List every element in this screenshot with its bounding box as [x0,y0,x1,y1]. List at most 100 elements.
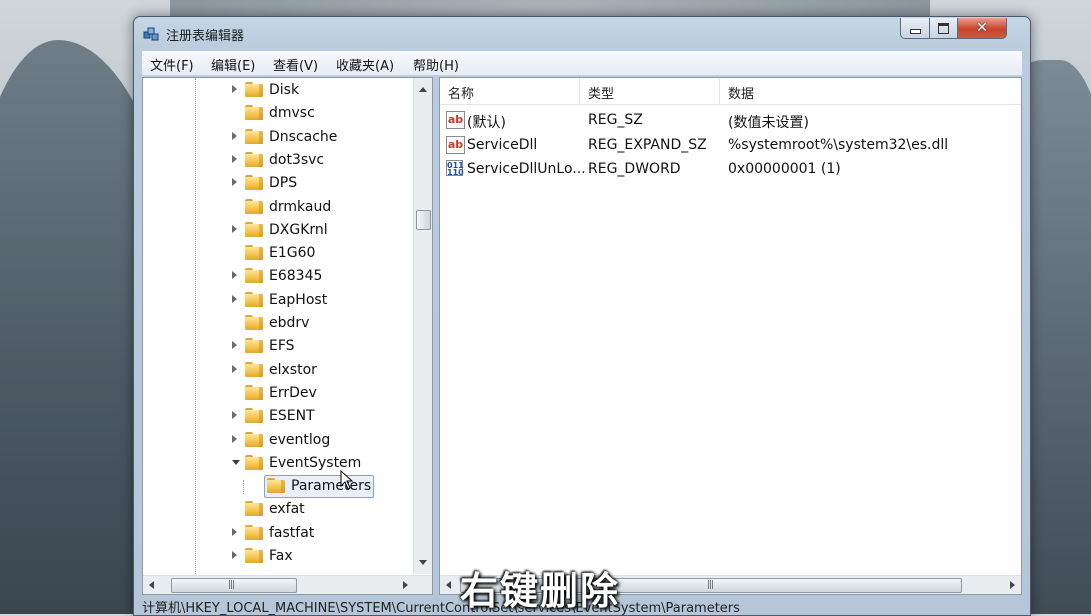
string-value-icon: ab [446,135,465,154]
tree-item[interactable]: Fax [143,545,413,568]
tree-vertical-scroll-thumb[interactable] [416,210,431,230]
expand-arrow-icon[interactable] [232,551,237,559]
value-type: REG_DWORD [588,161,681,177]
value-row[interactable]: 011 110 ServiceDllUnLo... REG_DWORD 0x000000… [440,157,1021,181]
value-name: ServiceDllUnLo... [467,161,586,177]
value-name: ServiceDll [467,136,538,153]
tree-horizontal-scroll-thumb[interactable]: ||| [171,578,297,593]
string-value-icon: ab [446,111,465,129]
registry-tree-pane[interactable]: Disk dmvsc Dnscache dot3svc DPS drmkaud DXGKrn… [142,77,433,595]
scroll-right-arrow-icon[interactable] [403,581,408,589]
expand-arrow-icon[interactable] [232,364,237,373]
maximize-button[interactable] [929,18,958,39]
binary-digits-bottom: 110 [447,168,464,177]
folder-icon [245,338,263,354]
value-row[interactable]: ab ServiceDll REG_EXPAND_SZ %systemroot%\sy… [440,133,1021,157]
expand-arrow-icon[interactable] [232,271,237,280]
expand-arrow-icon[interactable] [232,434,237,443]
tree-item[interactable]: DXGKrnl [143,219,413,242]
value-type: REG_EXPAND_SZ [588,136,707,153]
menu-edit[interactable]: 编辑(E) [211,55,255,74]
minimize-button[interactable] [900,18,930,39]
folder-icon [245,291,263,307]
tree-item-label: EFS [269,338,295,355]
scroll-grip-icon: ||| [707,580,714,590]
folder-icon [245,105,263,121]
value-data: (数值未设置) [728,115,809,131]
tree-item-label: EventSystem [269,454,362,471]
expand-arrow-icon[interactable] [232,131,237,140]
tree-item[interactable]: fastfat [143,522,413,545]
tree-item-label: Parameters [291,478,372,495]
tree-item[interactable]: Disk [143,79,413,102]
menu-favorites[interactable]: 收藏夹(A) [336,55,394,74]
value-data: %systemroot%\system32\es.dll [728,136,949,153]
expand-arrow-icon[interactable] [232,341,237,350]
folder-icon [267,478,285,494]
value-data: 0x00000001 (1) [728,161,841,177]
tree-item-label: ESENT [269,408,315,425]
menu-help[interactable]: 帮助(H) [413,55,459,74]
tree-item[interactable]: DPS [143,172,413,195]
tree-item[interactable]: Parameters [143,475,413,499]
menu-view[interactable]: 查看(V) [273,55,318,74]
tree-item[interactable]: dot3svc [143,149,413,172]
tree-item[interactable]: dmvsc [143,102,413,125]
expand-arrow-icon[interactable] [232,411,237,420]
expand-arrow-icon[interactable] [232,294,237,303]
expand-arrow-icon[interactable] [232,154,237,163]
folder-icon [245,175,263,191]
tree-horizontal-scrollbar[interactable]: ||| [143,575,432,594]
expand-arrow-icon[interactable] [232,224,237,233]
folder-icon [245,245,263,261]
tree-item-label: E68345 [269,268,323,285]
tree-item-label: dot3svc [269,151,325,168]
tree-item[interactable]: ebdrv [143,312,413,335]
folder-icon [245,315,263,330]
collapse-arrow-icon[interactable] [232,459,240,465]
expand-arrow-icon[interactable] [232,85,237,93]
scroll-grip-icon: ||| [228,580,235,590]
expand-arrow-icon[interactable] [232,527,237,536]
tree-item[interactable]: eventlog [143,429,413,452]
tree-item[interactable]: ErrDev [143,382,413,405]
registry-values-pane[interactable]: 名称 类型 数据 ab (默认) REG_SZ (数值未设置) ab ServiceDll… [439,77,1022,595]
value-row[interactable]: ab (默认) REG_SZ (数值未设置) [440,108,1021,132]
close-button[interactable]: ✕ [957,18,1007,39]
tree-item[interactable]: EventSystem [143,452,413,475]
tree-item-label: ebdrv [269,315,310,331]
scroll-left-arrow-icon[interactable] [149,581,154,589]
tree-item[interactable]: elxstor [143,359,413,382]
tree-item[interactable]: EapHost [143,289,413,312]
folder-icon [245,384,263,400]
tree-item[interactable]: Dnscache [143,126,413,149]
scroll-up-arrow-icon[interactable] [419,87,427,92]
column-header-name[interactable]: 名称 [440,78,580,104]
tree-item[interactable]: E68345 [143,265,413,288]
scroll-right-arrow-icon[interactable] [1010,581,1015,589]
window-title: 注册表编辑器 [166,29,245,44]
video-caption: 右键删除 [460,569,621,613]
tree-vertical-scrollbar[interactable] [413,78,432,574]
tree-item[interactable]: E1G60 [143,242,413,265]
column-header-data[interactable]: 数据 [720,78,1021,104]
column-header-type[interactable]: 类型 [580,78,720,104]
scroll-down-arrow-icon[interactable] [419,560,427,565]
expand-arrow-icon[interactable] [232,178,237,187]
tree-item[interactable]: exfat [143,498,413,521]
scroll-left-arrow-icon[interactable] [446,581,451,589]
folder-icon [245,268,263,284]
menu-file[interactable]: 文件(F) [150,55,194,74]
tree-item-label: fastfat [269,524,315,541]
folder-icon [245,221,263,237]
tree-item-label: dmvsc [269,105,315,122]
folder-icon [245,151,263,167]
tree-item[interactable]: ESENT [143,405,413,428]
tree-item-label: drmkaud [269,198,332,215]
tree-item[interactable]: drmkaud [143,196,413,219]
folder-icon [245,501,263,517]
tree-item-label: DPS [269,175,298,192]
tree-item[interactable]: EFS [143,335,413,358]
value-name: (默认) [467,115,506,131]
title-bar[interactable]: 注册表编辑器 ✕ [134,17,1030,49]
